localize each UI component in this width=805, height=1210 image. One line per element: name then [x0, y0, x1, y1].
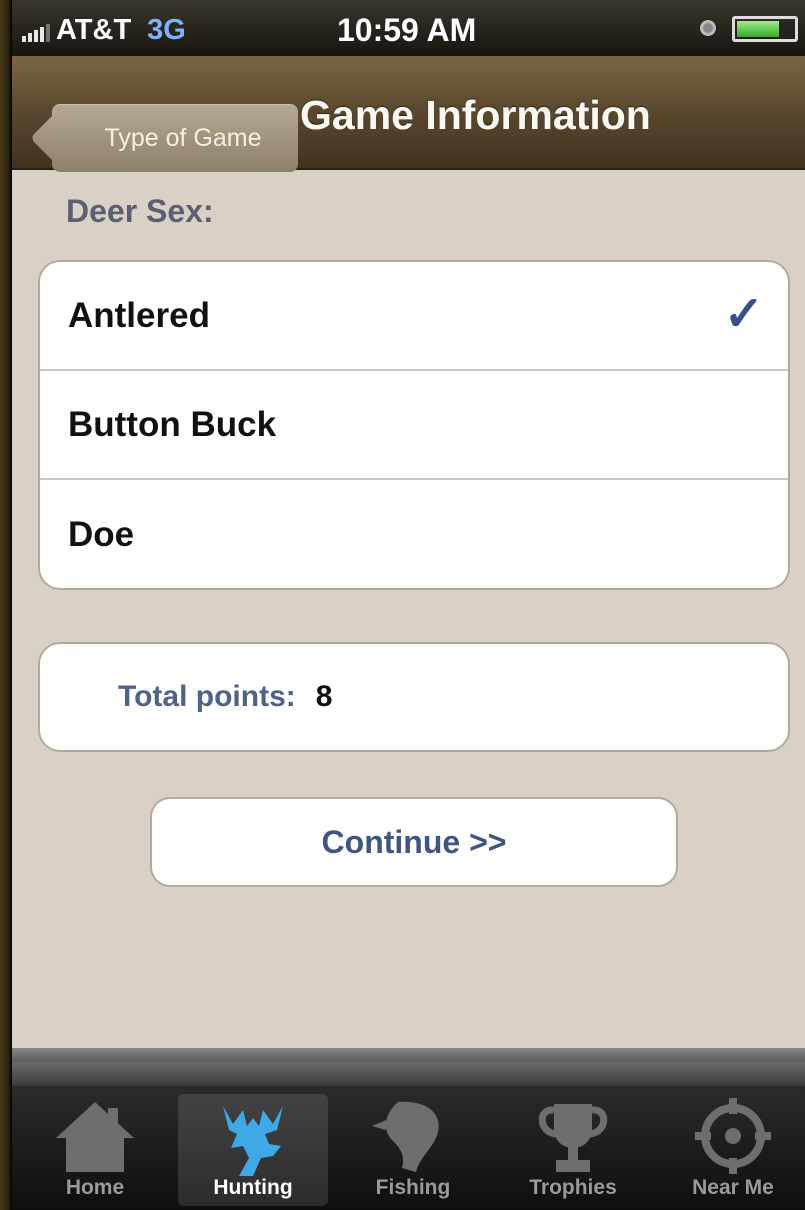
alarm-clock-icon	[700, 20, 716, 36]
total-points-field[interactable]: Total points: 8	[38, 642, 790, 752]
fish-icon	[372, 1101, 439, 1172]
status-bar: AT&T 3G 10:59 AM	[12, 0, 805, 56]
tab-label: Home	[65, 1176, 125, 1199]
option-antlered[interactable]: Antlered ✓	[40, 262, 788, 371]
signal-icon	[22, 20, 50, 42]
divider	[12, 1048, 805, 1062]
divider	[12, 1062, 805, 1086]
tab-near-me[interactable]: Near Me	[658, 1094, 805, 1206]
checkmark-icon: ✓	[723, 288, 764, 341]
device-frame	[0, 0, 12, 1210]
tab-label: Fishing	[375, 1176, 451, 1199]
tab-fishing[interactable]: Fishing	[338, 1094, 488, 1206]
status-time: 10:59 AM	[337, 12, 477, 48]
deer-icon	[223, 1106, 283, 1176]
network-type: 3G	[147, 14, 186, 46]
tab-hunting[interactable]: Hunting	[178, 1094, 328, 1206]
phone-screen: AT&T 3G 10:59 AM Type of Game Game Infor…	[12, 0, 805, 1210]
tab-trophies[interactable]: Trophies	[498, 1094, 648, 1206]
tab-bar: Home Hunting Fishing Trophies Near Me	[12, 1086, 805, 1210]
option-label: Doe	[68, 514, 135, 554]
tab-label: Near Me	[692, 1176, 774, 1199]
total-points-label: Total points:	[118, 680, 296, 713]
carrier-info: AT&T 3G	[22, 14, 186, 47]
home-icon	[56, 1102, 134, 1172]
page-title: Game Information	[300, 92, 651, 138]
navigation-bar: Type of Game Game Information	[12, 56, 805, 172]
back-button[interactable]: Type of Game	[52, 104, 298, 172]
carrier-name: AT&T	[56, 14, 132, 46]
tab-home[interactable]: Home	[20, 1094, 170, 1206]
continue-button[interactable]: Continue >>	[150, 797, 678, 887]
deer-sex-options: Antlered ✓ Button Buck Doe	[38, 260, 790, 590]
section-header-deer-sex: Deer Sex:	[66, 193, 214, 229]
tab-label: Trophies	[529, 1176, 617, 1199]
crosshair-icon	[695, 1098, 771, 1174]
option-button-buck[interactable]: Button Buck	[40, 371, 788, 480]
total-points-value: 8	[315, 680, 333, 713]
trophy-icon	[538, 1104, 608, 1172]
tab-label: Hunting	[213, 1176, 293, 1199]
option-doe[interactable]: Doe	[40, 480, 788, 588]
option-label: Button Buck	[68, 404, 277, 444]
battery-icon	[732, 16, 798, 42]
option-label: Antlered	[68, 295, 210, 335]
